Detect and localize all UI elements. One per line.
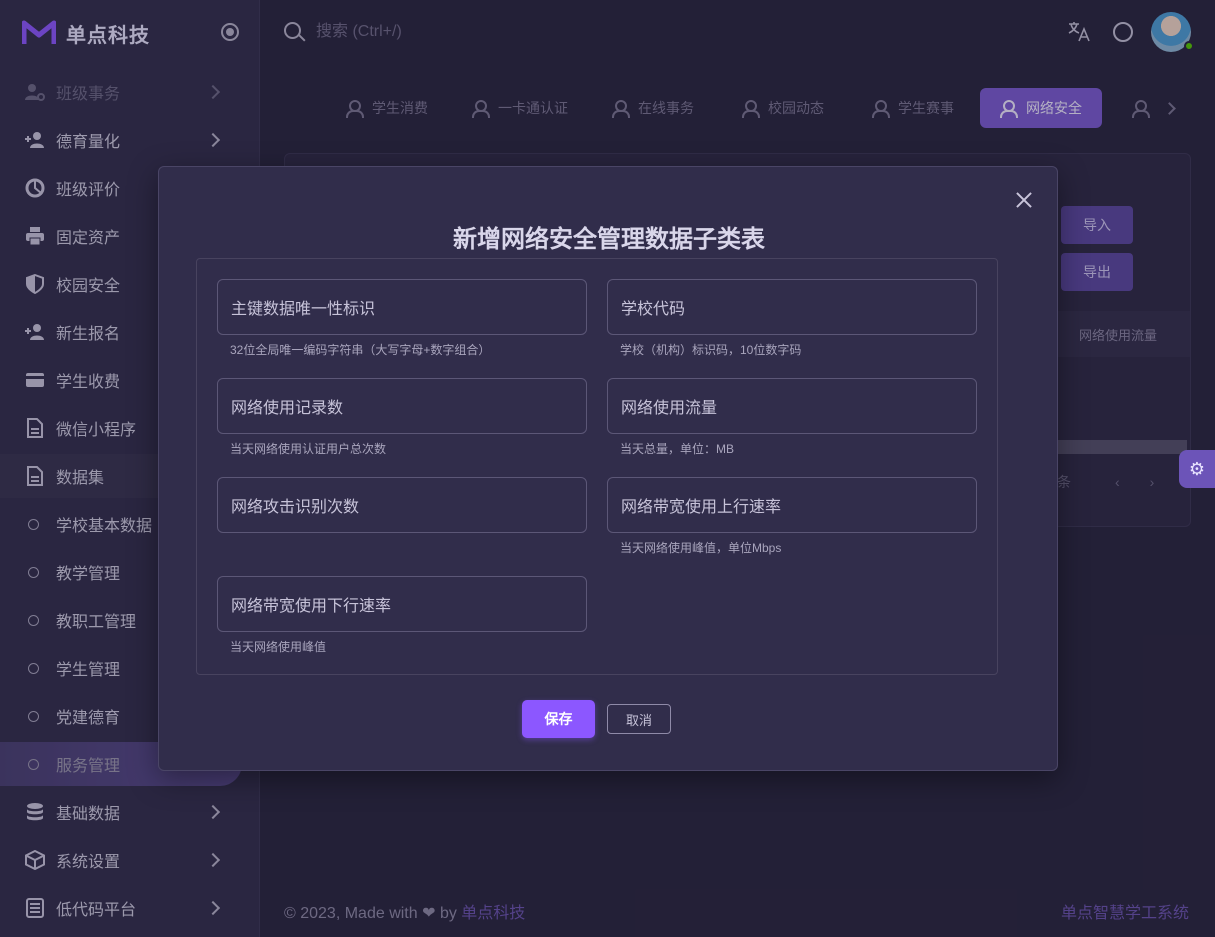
download-rate-input[interactable]: 网络带宽使用下行速率: [217, 576, 587, 632]
field-download-rate: 网络带宽使用下行速率 当天网络使用峰值: [217, 576, 587, 655]
cancel-button[interactable]: 取消: [607, 704, 671, 734]
settings-gear-icon[interactable]: ⚙: [1179, 450, 1215, 488]
field-label: 主键数据唯一性标识: [231, 301, 376, 318]
field-label: 网络带宽使用下行速率: [231, 598, 392, 615]
field-hint: 32位全局唯一编码字符串（大写字母+数字组合）: [230, 343, 491, 357]
attack-count-input[interactable]: 网络攻击识别次数: [217, 477, 587, 533]
field-label: 网络使用流量: [621, 400, 718, 417]
primary-key-input[interactable]: 主键数据唯一性标识: [217, 279, 587, 335]
upload-rate-input[interactable]: 网络带宽使用上行速率: [607, 477, 977, 533]
field-hint: 当天网络使用峰值，单位Mbps: [620, 541, 782, 555]
field-usage-traffic: 网络使用流量 当天总量，单位：MB: [607, 378, 977, 457]
dialog-title: 新增网络安全管理数据子类表: [453, 226, 765, 253]
field-label: 网络带宽使用上行速率: [621, 499, 782, 516]
field-hint: 当天网络使用认证用户总次数: [230, 442, 387, 456]
field-usage-records: 网络使用记录数 当天网络使用认证用户总次数: [217, 378, 587, 457]
field-label: 网络攻击识别次数: [231, 499, 360, 516]
field-school-code: 学校代码 学校（机构）标识码，10位数字码: [607, 279, 977, 358]
field-hint: 当天网络使用峰值: [230, 640, 327, 654]
close-icon[interactable]: [1015, 191, 1033, 209]
save-button[interactable]: 保存: [522, 700, 595, 738]
field-hint: 当天总量，单位：MB: [620, 442, 735, 456]
field-primary-key: 主键数据唯一性标识 32位全局唯一编码字符串（大写字母+数字组合）: [217, 279, 587, 358]
field-hint: 学校（机构）标识码，10位数字码: [620, 343, 802, 357]
field-attack-count: 网络攻击识别次数: [217, 477, 587, 539]
field-upload-rate: 网络带宽使用上行速率 当天网络使用峰值，单位Mbps: [607, 477, 977, 556]
form-panel: 主键数据唯一性标识 32位全局唯一编码字符串（大写字母+数字组合） 学校代码 学…: [196, 258, 998, 675]
field-label: 网络使用记录数: [231, 400, 344, 417]
usage-traffic-input[interactable]: 网络使用流量: [607, 378, 977, 434]
field-label: 学校代码: [621, 301, 686, 318]
school-code-input[interactable]: 学校代码: [607, 279, 977, 335]
usage-records-input[interactable]: 网络使用记录数: [217, 378, 587, 434]
add-record-dialog: 新增网络安全管理数据子类表 主键数据唯一性标识 32位全局唯一编码字符串（大写字…: [158, 166, 1058, 771]
